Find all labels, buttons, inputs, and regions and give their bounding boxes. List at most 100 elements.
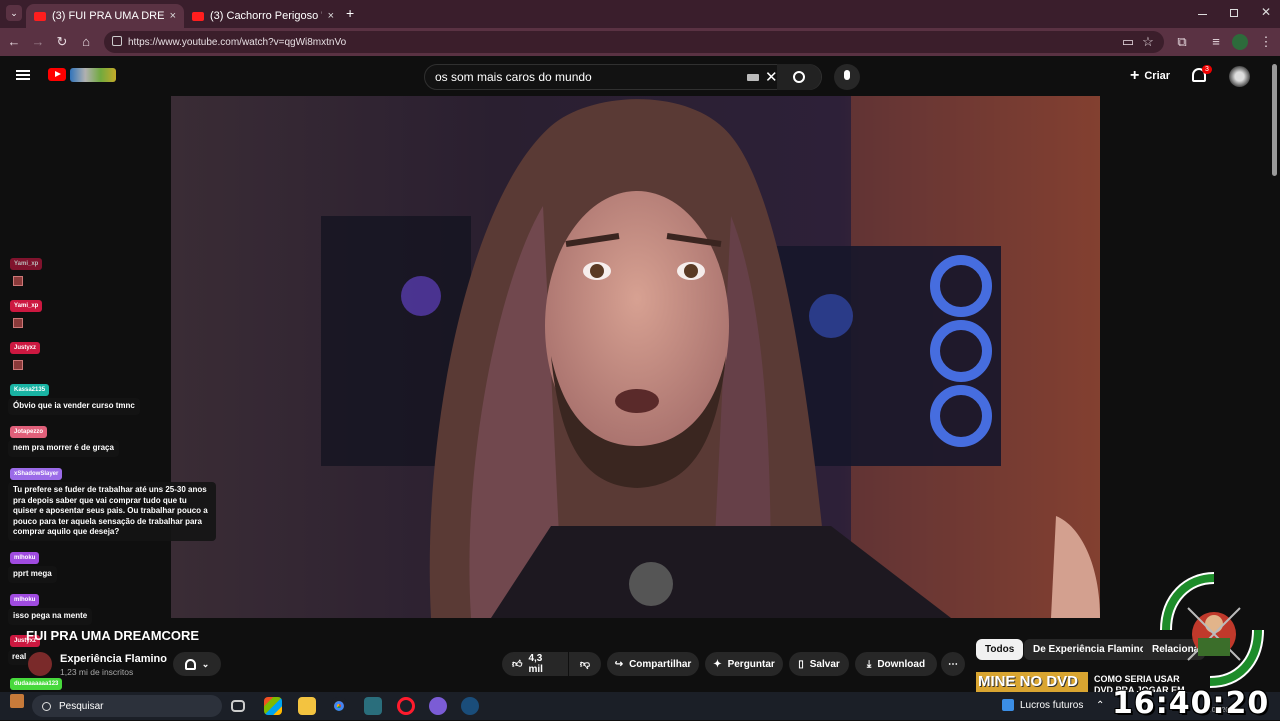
create-button[interactable]: + Criar bbox=[1130, 66, 1170, 86]
tray-chevron-icon[interactable]: ⌃ bbox=[1096, 700, 1104, 711]
share-icon: ↪ bbox=[614, 658, 624, 670]
chat-username: Yami_xp bbox=[10, 258, 43, 270]
taskbar-search-placeholder: Pesquisar bbox=[59, 700, 104, 712]
terminal-app-icon[interactable] bbox=[364, 697, 382, 715]
share-button[interactable]: ↪ Compartilhar bbox=[607, 652, 699, 676]
tab-dreamcore[interactable]: (3) FUI PRA UMA DREAMCORE × bbox=[26, 4, 184, 28]
thumbnail-text: MINE NO DVD bbox=[978, 673, 1079, 690]
chat-username: Jotapezzo bbox=[10, 426, 48, 438]
thumbs-up-icon: 👍︎ bbox=[512, 659, 523, 670]
tab-search-button[interactable]: ⌄ bbox=[6, 5, 22, 21]
chevron-down-icon: ⌄ bbox=[201, 658, 210, 669]
youtube-favicon-icon bbox=[34, 11, 46, 21]
youtube-header: os som mais caros do mundo ✕ + Criar 3 bbox=[0, 56, 1280, 96]
close-window-icon[interactable]: ✕ bbox=[1261, 5, 1271, 19]
save-button[interactable]: ▯ Salvar bbox=[789, 652, 849, 676]
microsoft-store-icon[interactable] bbox=[264, 697, 282, 715]
tab-title: (3) FUI PRA UMA DREAMCORE bbox=[52, 10, 164, 22]
reload-icon[interactable]: ↻ bbox=[54, 34, 70, 50]
microphone-icon bbox=[844, 70, 850, 80]
browser-toolbar: ← → ↻ ⌂ https://www.youtube.com/watch?v=… bbox=[0, 28, 1280, 56]
chat-message: pprt mega bbox=[8, 566, 57, 583]
browser-tab-strip: ⌄ (3) FUI PRA UMA DREAMCORE × (3) Cachor… bbox=[0, 0, 1280, 28]
chat-emote-icon bbox=[13, 360, 23, 370]
search-icon bbox=[42, 701, 51, 711]
cast-icon[interactable]: ▭ bbox=[1120, 34, 1136, 50]
close-tab-icon[interactable]: × bbox=[328, 10, 334, 22]
chat-username: dudaaaaaaa123 bbox=[10, 678, 63, 690]
chip-all[interactable]: Todos bbox=[976, 639, 1024, 660]
thumbs-down-icon: 👎︎ bbox=[579, 659, 591, 670]
scrollbar-thumb[interactable] bbox=[1272, 64, 1277, 176]
video-player[interactable] bbox=[171, 96, 1100, 618]
bookmark-star-icon[interactable]: ☆ bbox=[1140, 34, 1156, 50]
close-tab-icon[interactable]: × bbox=[170, 10, 176, 22]
hamburger-menu-icon[interactable] bbox=[16, 70, 30, 80]
extensions-icon[interactable]: ⧉ bbox=[1174, 34, 1190, 50]
minimize-icon[interactable] bbox=[1198, 14, 1207, 15]
save-label: Salvar bbox=[809, 658, 840, 670]
dislike-button[interactable]: 👎︎ bbox=[569, 652, 601, 676]
channel-watermark-logo bbox=[1160, 572, 1264, 688]
ask-button[interactable]: ✦ Perguntar bbox=[705, 652, 783, 676]
share-label: Compartilhar bbox=[629, 658, 692, 670]
chat-message: Óbvio que ia vender curso tmnc bbox=[8, 398, 140, 415]
chat-username: xShadowSlayer bbox=[10, 468, 63, 480]
site-info-icon[interactable] bbox=[112, 36, 122, 46]
voice-search-button[interactable] bbox=[834, 64, 860, 90]
doodle-logo-icon bbox=[70, 68, 116, 82]
youtube-favicon-icon bbox=[192, 11, 204, 21]
create-label: Criar bbox=[1144, 70, 1171, 82]
like-button[interactable]: 👍︎ 4,3 mil bbox=[502, 652, 568, 676]
browser-menu-icon[interactable]: ⋮ bbox=[1258, 34, 1274, 50]
youtube-logo[interactable] bbox=[48, 68, 66, 81]
search-button[interactable] bbox=[777, 64, 821, 90]
forward-icon[interactable]: → bbox=[30, 34, 46, 50]
search-box[interactable]: os som mais caros do mundo ✕ bbox=[424, 64, 822, 90]
recommended-thumbnail[interactable]: MINE NO DVD bbox=[976, 672, 1088, 692]
opera-icon[interactable] bbox=[397, 697, 415, 715]
search-icon bbox=[793, 71, 805, 83]
bookmark-icon: ▯ bbox=[798, 658, 804, 670]
reading-list-icon[interactable]: ≡ bbox=[1208, 34, 1224, 50]
chat-emote-icon bbox=[13, 276, 23, 286]
address-bar[interactable]: https://www.youtube.com/watch?v=qgWi8mxt… bbox=[104, 31, 1164, 53]
restore-icon[interactable] bbox=[1230, 9, 1238, 17]
chat-avatar-icon bbox=[10, 694, 24, 708]
channel-avatar[interactable] bbox=[28, 652, 52, 676]
ask-label: Perguntar bbox=[727, 658, 775, 670]
chat-emote-icon bbox=[13, 318, 23, 328]
clear-search-icon[interactable]: ✕ bbox=[765, 68, 778, 86]
plus-icon: + bbox=[1130, 67, 1140, 84]
account-avatar[interactable] bbox=[1229, 66, 1250, 87]
back-icon[interactable]: ← bbox=[6, 34, 22, 50]
file-explorer-icon[interactable] bbox=[298, 697, 316, 715]
subscribe-bell-button[interactable]: ⌄ bbox=[173, 652, 221, 676]
tab-title: (3) Cachorro Perigoso "Clipe Of bbox=[210, 10, 322, 22]
notifications-button[interactable]: 3 bbox=[1192, 65, 1212, 82]
profile-avatar-icon[interactable] bbox=[1232, 34, 1248, 50]
tab-cachorro[interactable]: (3) Cachorro Perigoso "Clipe Of × bbox=[184, 4, 342, 28]
chat-username: Yami_xp bbox=[10, 300, 43, 312]
channel-name[interactable]: Experiência Flamino bbox=[60, 653, 167, 665]
weather-label: Lucros futuros bbox=[1020, 699, 1084, 711]
more-actions-button[interactable]: ⋯ bbox=[941, 652, 965, 676]
video-frame bbox=[171, 96, 1100, 618]
search-input[interactable]: os som mais caros do mundo bbox=[435, 70, 592, 84]
video-title: FUI PRA UMA DREAMCORE bbox=[26, 628, 200, 643]
taskbar-search[interactable]: Pesquisar bbox=[32, 695, 222, 717]
home-icon[interactable]: ⌂ bbox=[78, 34, 94, 50]
task-view-icon[interactable] bbox=[231, 700, 245, 712]
browser-app-icon[interactable] bbox=[429, 697, 447, 715]
chat-username: mlhoku bbox=[10, 552, 40, 564]
chip-from-channel[interactable]: De Experiência Flamino bbox=[1024, 639, 1155, 660]
like-count: 4,3 mil bbox=[528, 653, 543, 675]
new-tab-button[interactable]: + bbox=[346, 5, 354, 21]
chrome-icon[interactable] bbox=[330, 697, 348, 715]
keyboard-icon[interactable] bbox=[747, 74, 759, 81]
download-icon: ⤓ bbox=[866, 658, 872, 670]
sparkle-icon: ✦ bbox=[713, 658, 722, 670]
download-button[interactable]: ⤓ Download bbox=[855, 652, 937, 676]
weather-widget[interactable]: Lucros futuros bbox=[1002, 699, 1083, 711]
steam-icon[interactable] bbox=[461, 697, 479, 715]
